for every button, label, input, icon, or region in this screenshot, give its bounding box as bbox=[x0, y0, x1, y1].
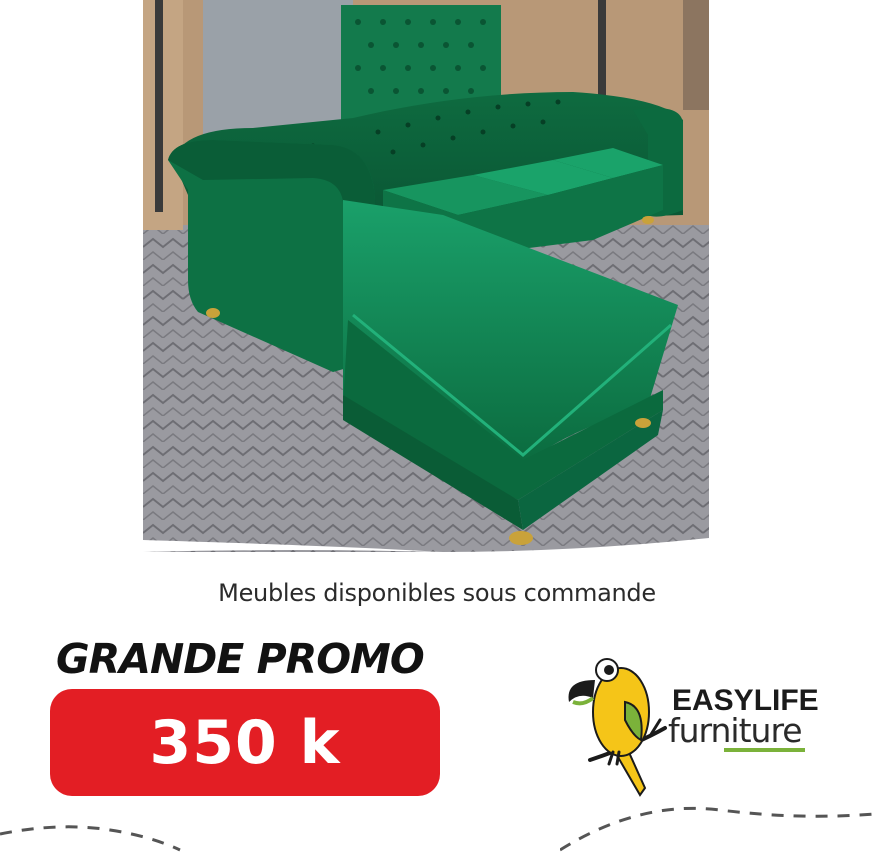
photo-bottom-curve bbox=[143, 538, 709, 552]
decorative-dashed-line-right bbox=[560, 806, 874, 852]
promo-title: GRANDE PROMO bbox=[56, 635, 425, 683]
tagline: Meubles disponibles sous commande bbox=[218, 579, 656, 607]
decorative-dashed-line-left bbox=[0, 825, 181, 852]
price-badge: 350 k bbox=[50, 689, 440, 796]
sofa-photo bbox=[143, 0, 709, 552]
sofa-image bbox=[143, 0, 709, 552]
brand-subtitle: furniture bbox=[668, 711, 803, 750]
brand-underline bbox=[724, 748, 805, 752]
price-value: 350 k bbox=[149, 707, 341, 778]
